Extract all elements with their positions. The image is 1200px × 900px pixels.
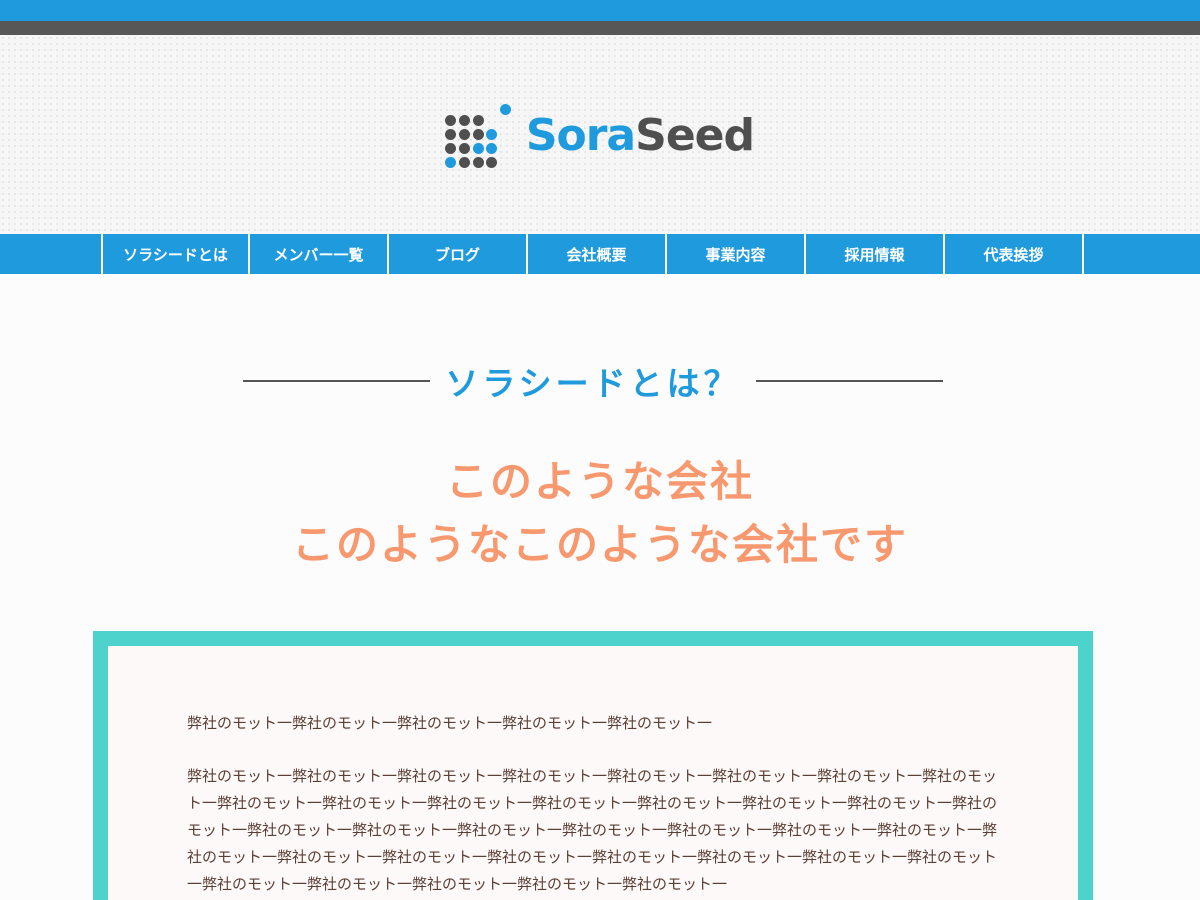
top-dark-bar — [0, 21, 1200, 35]
catch-line-1: このような会社 — [445, 457, 754, 506]
motto-box: 弊社のモット一弊社のモット一弊社のモット一弊社のモット一弊社のモット一 弊社のモ… — [93, 631, 1093, 900]
logo-word-seed: Seed — [635, 110, 755, 161]
logo-dots-icon — [444, 103, 514, 169]
nav-item-about[interactable]: ソラシードとは — [103, 234, 250, 274]
top-accent-bar — [0, 0, 1200, 21]
site-header: SoraSeed — [0, 35, 1200, 234]
heading-rule-left — [243, 380, 430, 382]
nav-item-blog[interactable]: ブログ — [389, 234, 528, 274]
nav-item-company[interactable]: 会社概要 — [528, 234, 667, 274]
nav-item-members[interactable]: メンバー一覧 — [250, 234, 389, 274]
logo-word-sora: Sora — [525, 110, 636, 161]
global-nav-list: ソラシードとは メンバー一覧 ブログ 会社概要 事業内容 採用情報 代表挨拶 — [101, 234, 1084, 274]
catch-line-2: このようなこのような会社です — [291, 520, 908, 569]
motto-paragraph-2: 弊社のモット一弊社のモット一弊社のモット一弊社のモット一弊社のモット一弊社のモッ… — [187, 767, 998, 893]
logo-wordmark: SoraSeed — [526, 114, 755, 158]
site-logo[interactable]: SoraSeed — [444, 101, 755, 171]
nav-item-business[interactable]: 事業内容 — [667, 234, 806, 274]
nav-item-message[interactable]: 代表挨拶 — [945, 234, 1084, 274]
global-nav: ソラシードとは メンバー一覧 ブログ 会社概要 事業内容 採用情報 代表挨拶 — [0, 234, 1200, 274]
catch-copy: このような会社 このようなこのような会社です — [0, 450, 1200, 576]
motto-box-content: 弊社のモット一弊社のモット一弊社のモット一弊社のモット一弊社のモット一 弊社のモ… — [108, 646, 1078, 900]
motto-paragraph-1: 弊社のモット一弊社のモット一弊社のモット一弊社のモット一弊社のモット一 — [187, 714, 713, 732]
section-heading: ソラシードとは？ — [243, 356, 943, 406]
nav-item-recruit[interactable]: 採用情報 — [806, 234, 945, 274]
heading-rule-right — [756, 380, 943, 382]
section-title: ソラシードとは？ — [431, 356, 755, 406]
